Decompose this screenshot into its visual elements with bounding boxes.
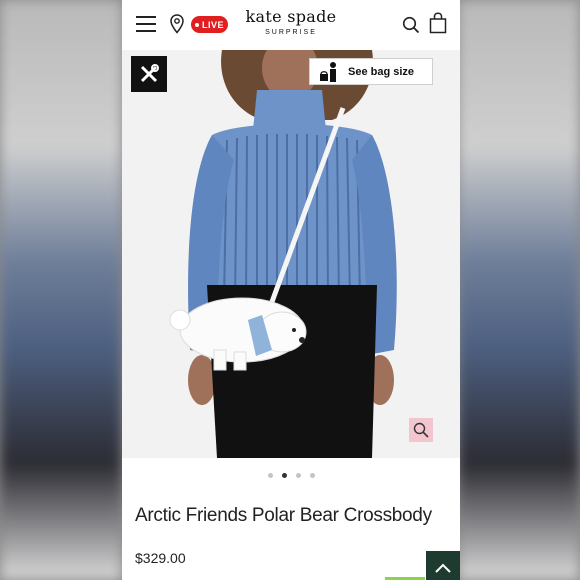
product-photo [122,50,460,458]
mobile-page: LIVE kate spade SURPRISE See bag size Ar… [122,0,460,580]
see-bag-size-label: See bag size [348,65,415,78]
product-image-carousel[interactable]: See bag size [122,50,460,458]
search-icon[interactable] [402,16,420,34]
carousel-pagination [122,473,460,483]
menu-icon[interactable] [136,16,156,32]
carousel-dot-active[interactable] [281,473,287,478]
chevron-up-icon [435,563,451,573]
shopping-bag-icon[interactable] [429,12,447,34]
tools-button[interactable] [131,56,167,92]
logo-main-text: kate spade [245,7,337,26]
carousel-dot[interactable] [309,473,315,478]
zoom-icon [413,422,429,438]
brand-logo[interactable]: kate spade SURPRISE [236,7,346,37]
logo-sub-text: SURPRISE [265,29,317,36]
carousel-dot[interactable] [267,473,273,478]
live-label: LIVE [201,19,224,30]
top-navigation-bar: LIVE kate spade SURPRISE [122,0,460,48]
location-pin-icon[interactable] [170,14,184,34]
see-bag-size-button[interactable]: See bag size [309,58,433,85]
zoom-button[interactable] [409,418,433,442]
blurred-background-right [458,0,580,580]
tools-icon [140,64,159,83]
product-title: Arctic Friends Polar Bear Crossbody [135,505,432,526]
product-price: $329.00 [135,550,186,566]
blurred-background-left [0,0,122,580]
carousel-dot[interactable] [295,473,301,478]
live-dot-icon [194,22,199,27]
person-with-bag-icon [320,61,336,82]
scroll-to-top-button[interactable] [426,551,460,580]
live-badge[interactable]: LIVE [191,16,228,33]
